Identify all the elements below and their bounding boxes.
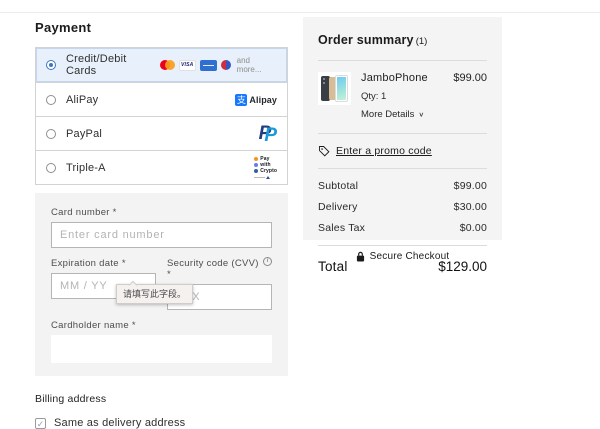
promo-tag-icon <box>318 145 330 157</box>
expiration-date-label: Expiration date * <box>51 258 156 269</box>
radio-credit-debit[interactable] <box>46 60 56 70</box>
payment-section: Payment Credit/Debit Cards VISA and more… <box>35 16 288 429</box>
card-brand-icons: VISA and more... <box>160 56 277 74</box>
billing-address-title: Billing address <box>35 393 288 405</box>
product-qty: Qty: 1 <box>361 91 487 102</box>
visa-icon: VISA <box>179 60 196 71</box>
method-label: AliPay <box>66 94 98 106</box>
generic-card-icon <box>221 60 231 70</box>
method-label: Triple-A <box>66 162 106 174</box>
method-row-paypal[interactable]: PayPal P P <box>36 116 287 150</box>
method-row-credit-debit[interactable]: Credit/Debit Cards VISA and more... <box>36 48 287 82</box>
method-label: Credit/Debit Cards <box>66 53 160 77</box>
radio-triple-a[interactable] <box>46 163 56 173</box>
radio-paypal[interactable] <box>46 129 56 139</box>
method-label: PayPal <box>66 128 102 140</box>
divider <box>318 245 487 246</box>
chevron-down-icon: ∨ <box>418 111 424 118</box>
card-number-label: Card number * <box>51 207 272 218</box>
radio-alipay[interactable] <box>46 95 56 105</box>
item-count: (1) <box>416 36 428 47</box>
cardholder-name-input[interactable] <box>51 335 272 363</box>
paypal-icon: P P <box>259 123 277 145</box>
amex-icon <box>200 60 217 71</box>
method-row-alipay[interactable]: AliPay 支 Alipay <box>36 82 287 116</box>
fee-row-delivery: Delivery$30.00 <box>318 201 487 213</box>
product-name: JamboPhone <box>361 72 428 84</box>
payment-title: Payment <box>35 20 288 35</box>
cardholder-name-label: Cardholder name * <box>51 320 272 331</box>
divider <box>318 133 487 134</box>
promo-code-link[interactable]: Enter a promo code <box>318 145 487 157</box>
page-top-divider <box>0 12 600 13</box>
order-summary-card: Order summary(1) JamboPhone $99.00 Qty: … <box>303 17 502 240</box>
cvv-label: Security code (CVV) * <box>167 258 263 280</box>
more-cards-label: and more... <box>237 56 277 74</box>
fee-row-subtotal: Subtotal$99.00 <box>318 180 487 192</box>
cvv-info-icon[interactable]: i <box>263 257 272 266</box>
payment-methods-list: Credit/Debit Cards VISA and more... AliP… <box>35 47 288 185</box>
divider <box>318 168 487 169</box>
more-details-toggle[interactable]: More Details ∨ <box>361 109 424 120</box>
order-summary-title: Order summary(1) <box>318 31 487 49</box>
same-as-delivery-checkbox[interactable]: ✓ <box>35 418 46 429</box>
order-item: JamboPhone $99.00 Qty: 1 More Details ∨ <box>318 72 487 122</box>
lock-icon <box>356 251 365 262</box>
divider <box>318 60 487 61</box>
method-row-triple-a[interactable]: Triple-A Pay with Crypto <box>36 150 287 184</box>
card-number-input[interactable] <box>51 222 272 248</box>
product-image <box>318 72 351 105</box>
card-details-form: Card number * Expiration date * Security… <box>35 193 288 376</box>
secure-checkout: Secure Checkout <box>303 251 502 262</box>
mastercard-icon <box>160 60 175 70</box>
product-price: $99.00 <box>453 72 487 84</box>
same-as-delivery-label: Same as delivery address <box>54 417 185 429</box>
pay-with-crypto-icon: Pay with Crypto <box>254 157 277 179</box>
validation-tooltip: 请填写此字段。 <box>116 284 193 304</box>
alipay-icon: 支 Alipay <box>235 94 277 106</box>
same-as-delivery-row[interactable]: ✓ Same as delivery address <box>35 417 288 429</box>
fee-row-sales-tax: Sales Tax$0.00 <box>318 222 487 234</box>
